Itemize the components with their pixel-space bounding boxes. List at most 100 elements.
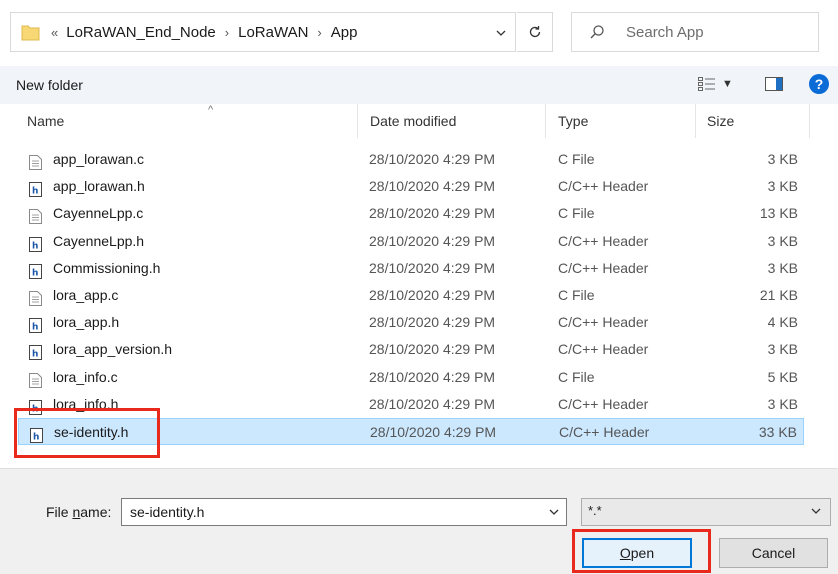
file-date: 28/10/2020 4:29 PM <box>369 151 496 167</box>
file-row[interactable]: h lora_app_version.h 28/10/2020 4:29 PM C/C… <box>18 336 804 363</box>
file-rows: app_lorawan.c 28/10/2020 4:29 PM C File 3 K… <box>18 146 804 446</box>
address-row: « LoRaWAN_End_Node › LoRaWAN › App Search App <box>0 0 838 66</box>
breadcrumb-separator[interactable]: › <box>225 25 229 40</box>
file-name-dropdown-icon[interactable] <box>548 499 560 535</box>
refresh-icon <box>529 26 540 38</box>
breadcrumb-separator[interactable]: › <box>317 25 321 40</box>
file-type: C/C++ Header <box>558 232 649 249</box>
column-header-row: Name ^ Date modified Type Size <box>0 104 838 138</box>
address-bar[interactable]: « LoRaWAN_End_Node › LoRaWAN › App <box>10 12 516 52</box>
file-size: 3 KB <box>767 259 798 276</box>
breadcrumb-item[interactable]: LoRaWAN_End_Node <box>66 24 216 41</box>
header-file-icon: h <box>29 342 42 361</box>
search-input[interactable]: Search App <box>571 12 819 52</box>
file-size: 3 KB <box>767 178 798 195</box>
svg-text:h: h <box>32 187 38 197</box>
breadcrumb-item[interactable]: LoRaWAN <box>238 24 308 41</box>
new-folder-button[interactable]: New folder <box>16 75 83 95</box>
view-dropdown-icon[interactable]: ▼ <box>722 75 733 93</box>
open-highlight-box <box>572 529 711 573</box>
cancel-button[interactable]: Cancel <box>719 538 828 568</box>
file-name: app_lorawan.c <box>53 151 145 167</box>
file-size: 3 KB <box>767 395 798 412</box>
svg-text:h: h <box>32 241 38 251</box>
file-name-label: File name: <box>46 504 112 520</box>
file-size: 3 KB <box>767 151 798 167</box>
file-name: lora_info.c <box>53 368 118 385</box>
file-name-value: se-identity.h <box>130 504 205 520</box>
c-file-icon <box>29 152 42 170</box>
header-file-icon: h <box>29 234 42 252</box>
file-size: 5 KB <box>767 368 798 385</box>
file-date: 28/10/2020 4:29 PM <box>369 368 496 385</box>
file-size: 13 KB <box>759 205 798 222</box>
c-file-icon <box>29 370 42 388</box>
file-type: C/C++ Header <box>559 423 650 440</box>
address-dropdown-icon[interactable] <box>491 25 511 41</box>
header-file-icon: h <box>29 179 42 198</box>
folder-icon <box>21 25 40 41</box>
breadcrumb-item[interactable]: App <box>331 24 358 41</box>
file-date: 28/10/2020 4:29 PM <box>369 395 496 412</box>
file-row[interactable]: h app_lorawan.h 28/10/2020 4:29 PM C/C++ He… <box>18 173 804 200</box>
file-name: lora_app.c <box>53 286 119 303</box>
preview-pane-icon[interactable] <box>765 76 783 92</box>
column-header-type[interactable]: Type <box>546 104 696 138</box>
search-placeholder: Search App <box>626 24 704 41</box>
file-date: 28/10/2020 4:29 PM <box>369 286 496 303</box>
file-size: 21 KB <box>759 286 798 303</box>
breadcrumb-overflow[interactable]: « <box>51 25 58 40</box>
file-name: app_lorawan.h <box>53 178 145 195</box>
file-type: C File <box>558 286 595 303</box>
file-size: 33 KB <box>758 423 797 440</box>
file-size: 3 KB <box>767 341 798 358</box>
file-date: 28/10/2020 4:29 PM <box>369 178 496 195</box>
search-icon <box>590 25 604 39</box>
refresh-button[interactable] <box>517 12 553 52</box>
sort-ascending-icon: ^ <box>208 104 214 116</box>
toolbar: New folder ▼ ? <box>0 66 838 105</box>
file-name: lora_app.h <box>53 314 120 331</box>
selection-highlight-box <box>14 408 160 458</box>
breadcrumb: « LoRaWAN_End_Node › LoRaWAN › App <box>51 23 357 43</box>
help-button[interactable]: ? <box>809 74 829 94</box>
file-type-value: *.* <box>588 503 602 518</box>
file-row[interactable]: h lora_app.h 28/10/2020 4:29 PM C/C++ Heade… <box>18 309 804 336</box>
view-options-icon[interactable] <box>698 77 716 91</box>
file-name: lora_app_version.h <box>53 341 173 358</box>
file-date: 28/10/2020 4:29 PM <box>369 205 496 222</box>
column-name-label: Name <box>27 113 65 129</box>
file-type: C File <box>558 205 595 222</box>
file-type: C File <box>558 368 595 385</box>
file-row[interactable]: app_lorawan.c 28/10/2020 4:29 PM C File 3 K… <box>18 146 804 173</box>
file-type-select[interactable]: *.* <box>581 498 831 526</box>
header-file-icon: h <box>29 315 42 334</box>
column-header-size[interactable]: Size <box>696 104 810 138</box>
file-row[interactable]: h Commissioning.h 28/10/2020 4:29 PM C/C++ … <box>18 255 804 282</box>
file-date: 28/10/2020 4:29 PM <box>369 341 496 358</box>
svg-text:h: h <box>32 350 38 360</box>
file-date: 28/10/2020 4:29 PM <box>370 423 497 440</box>
file-type: C/C++ Header <box>558 259 649 276</box>
file-type: C/C++ Header <box>558 178 649 195</box>
file-row[interactable]: CayenneLpp.c 28/10/2020 4:29 PM C File 13 K… <box>18 200 804 227</box>
file-row[interactable]: lora_info.c 28/10/2020 4:29 PM C File 5 KB <box>18 364 804 391</box>
file-row[interactable]: lora_app.c 28/10/2020 4:29 PM C File 21 KB <box>18 282 804 309</box>
column-header-name[interactable]: Name ^ <box>18 104 358 138</box>
column-header-date[interactable]: Date modified <box>358 104 546 138</box>
file-row[interactable]: h CayenneLpp.h 28/10/2020 4:29 PM C/C++ Hea… <box>18 228 804 255</box>
file-date: 28/10/2020 4:29 PM <box>369 259 496 276</box>
file-name: CayenneLpp.c <box>53 205 144 222</box>
file-size: 4 KB <box>767 314 798 331</box>
file-type: C File <box>558 151 595 167</box>
file-name-input[interactable]: se-identity.h <box>121 498 567 526</box>
file-type: C/C++ Header <box>558 341 649 358</box>
file-date: 28/10/2020 4:29 PM <box>369 314 496 331</box>
header-file-icon: h <box>29 261 42 279</box>
svg-text:h: h <box>32 268 38 278</box>
dialog-footer: File name: se-identity.h *.* Open Cancel <box>0 468 838 574</box>
file-name: Commissioning.h <box>53 259 161 276</box>
c-file-icon <box>29 288 42 306</box>
file-name: CayenneLpp.h <box>53 232 145 249</box>
file-date: 28/10/2020 4:29 PM <box>369 232 496 249</box>
